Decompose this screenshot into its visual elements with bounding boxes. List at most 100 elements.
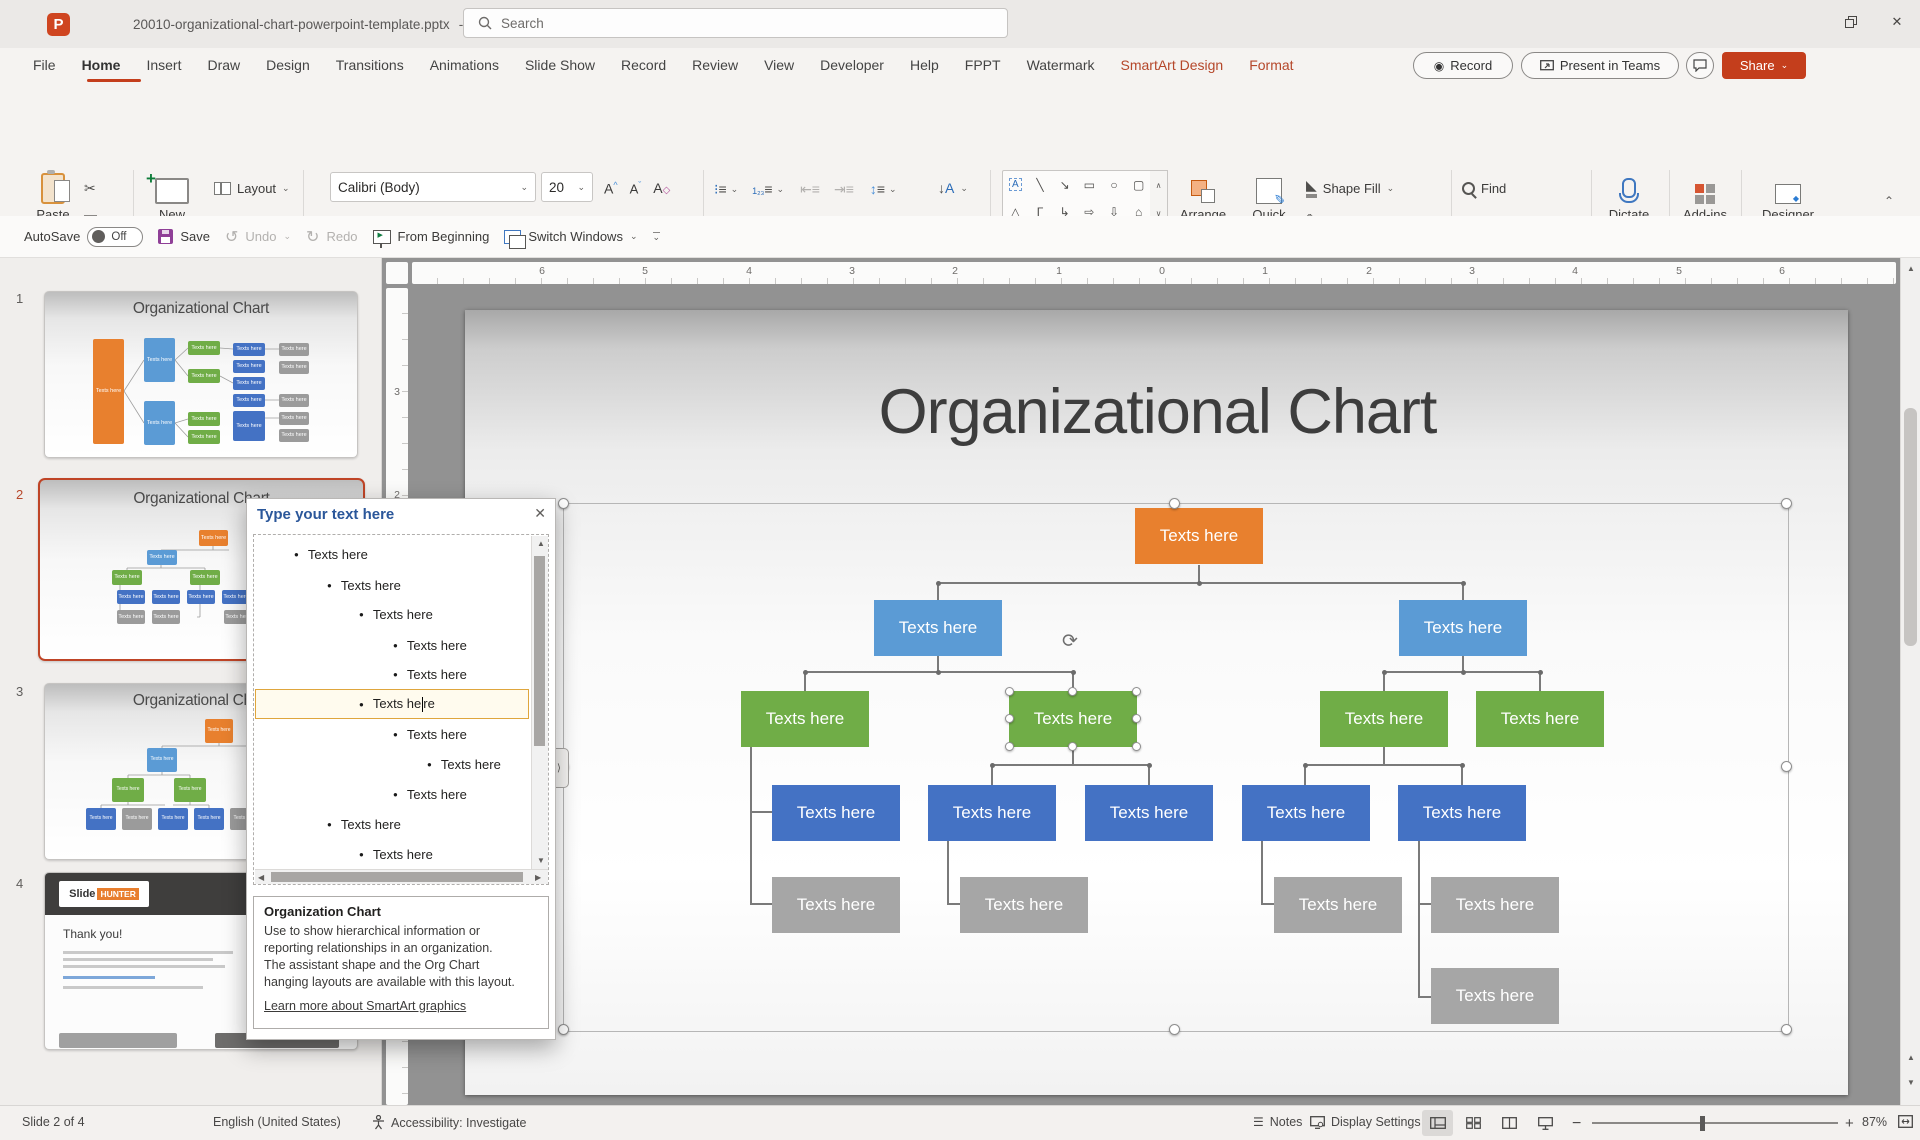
arrow-shape[interactable]: ↘ (1060, 178, 1070, 192)
notes-button[interactable]: ☰Notes (1253, 1115, 1302, 1129)
fit-to-window-button[interactable] (1898, 1115, 1913, 1128)
resize-handle-ne[interactable] (1781, 498, 1792, 509)
clear-formatting-button[interactable]: A◇ (653, 180, 670, 196)
slide-indicator[interactable]: Slide 2 of 4 (22, 1115, 85, 1129)
tab-view[interactable]: View (751, 49, 807, 82)
normal-view-button[interactable] (1422, 1110, 1453, 1136)
numbering-button[interactable]: 1₂₃≡ (752, 181, 772, 197)
org-node-l5[interactable]: Texts here (960, 877, 1088, 933)
zoom-slider-track[interactable] (1592, 1122, 1838, 1124)
org-node-l4[interactable]: Texts here (772, 785, 900, 841)
zoom-percentage[interactable]: 87% (1862, 1115, 1887, 1129)
org-node-l2[interactable]: Texts here (874, 600, 1002, 656)
decrease-indent-button[interactable]: ⇤≡ (800, 181, 820, 198)
scrollbar-thumb[interactable] (1904, 408, 1917, 646)
shape-handle[interactable] (1005, 742, 1014, 751)
present-in-teams-button[interactable]: Present in Teams (1521, 52, 1679, 79)
shape-handle[interactable] (1068, 687, 1077, 696)
scrollbar-thumb[interactable] (534, 556, 545, 746)
slide-title-text[interactable]: Organizational Chart (660, 376, 1655, 462)
resize-handle-sw[interactable] (558, 1024, 569, 1035)
scroll-up-icon[interactable]: ▲ (1907, 264, 1915, 273)
text-pane-item[interactable]: ●Texts here (254, 809, 530, 839)
share-button[interactable]: Share ⌄ (1722, 52, 1806, 79)
text-pane-item[interactable]: ●Texts here (254, 630, 530, 660)
display-settings-button[interactable]: Display Settings (1310, 1115, 1421, 1129)
tab-home[interactable]: Home (69, 49, 134, 82)
tab-file[interactable]: File (20, 49, 69, 82)
tab-slide-show[interactable]: Slide Show (512, 49, 608, 82)
org-node-l4[interactable]: Texts here (1398, 785, 1526, 841)
layout-button[interactable]: Layout⌄ (214, 174, 290, 202)
slide-show-button[interactable] (1530, 1110, 1561, 1136)
org-node-l5[interactable]: Texts here (772, 877, 900, 933)
org-node-l4[interactable]: Texts here (1085, 785, 1213, 841)
search-input[interactable]: Search (463, 8, 1008, 38)
autosave-toggle[interactable]: Off (87, 227, 143, 247)
org-node-l5[interactable]: Texts here (1274, 877, 1402, 933)
increase-indent-button[interactable]: ⇥≡ (834, 181, 854, 198)
scroll-left-icon[interactable]: ◀ (258, 873, 264, 882)
redo-button[interactable]: ↻Redo (306, 227, 357, 247)
cut-button[interactable]: ✂ (84, 174, 96, 202)
text-direction-button[interactable]: ↓A⌄ (938, 174, 968, 202)
reading-view-button[interactable] (1494, 1110, 1525, 1136)
close-icon[interactable]: ✕ (534, 505, 546, 522)
undo-button[interactable]: ↺Undo⌄ (225, 227, 291, 247)
previous-slide-button[interactable]: ▲ (1907, 1053, 1915, 1062)
tab-review[interactable]: Review (679, 49, 751, 82)
resize-handle-n[interactable] (1169, 498, 1180, 509)
text-pane-item[interactable]: ●Texts here (254, 659, 530, 689)
collapse-ribbon-button[interactable]: ⌃ (1884, 194, 1894, 208)
text-pane-item-selected[interactable]: ●Texts here (254, 689, 530, 719)
resize-handle-nw[interactable] (558, 498, 569, 509)
qat-overflow-button[interactable]: ⌄ (653, 232, 661, 242)
language-indicator[interactable]: English (United States) (213, 1115, 341, 1129)
org-node-l6[interactable]: Texts here (1431, 968, 1559, 1024)
text-box-shape[interactable]: A (1009, 178, 1022, 191)
text-pane-item[interactable]: ●Texts here (254, 719, 530, 749)
shape-handle[interactable] (1005, 714, 1014, 723)
font-size-combo[interactable]: 20⌄ (541, 172, 593, 202)
resize-handle-se[interactable] (1781, 1024, 1792, 1035)
shape-fill-button[interactable]: ◣Shape Fill⌄ (1306, 174, 1394, 202)
resize-handle-s[interactable] (1169, 1024, 1180, 1035)
find-button[interactable]: Find (1462, 174, 1506, 202)
rounded-rectangle-shape[interactable]: ▢ (1133, 178, 1144, 192)
shrink-font-button[interactable]: Aˇ (630, 180, 642, 196)
autosave-control[interactable]: AutoSave Off (24, 227, 143, 247)
slide-thumbnail-1[interactable]: Organizational Chart Texts here Texts he… (44, 291, 358, 458)
zoom-slider-thumb[interactable] (1700, 1116, 1705, 1131)
scrollbar-thumb[interactable] (271, 872, 523, 882)
learn-more-link[interactable]: Learn more about SmartArt graphics (264, 999, 466, 1013)
record-button[interactable]: ◉ Record (1413, 52, 1513, 79)
text-pane-item[interactable]: ●Texts here (254, 599, 530, 629)
switch-windows-button[interactable]: Switch Windows⌄ (504, 229, 637, 244)
rotate-handle-icon[interactable]: ⟳ (1062, 630, 1078, 653)
scroll-up-icon[interactable]: ∧ (1156, 181, 1162, 190)
zoom-out-button[interactable]: − (1572, 1115, 1581, 1133)
font-name-combo[interactable]: Calibri (Body)⌄ (330, 172, 536, 202)
powerpoint-app-icon[interactable]: P (47, 13, 70, 36)
bullets-button[interactable]: ⁝≡ (714, 181, 727, 198)
org-node-top[interactable]: Texts here (1135, 508, 1263, 564)
tab-developer[interactable]: Developer (807, 49, 897, 82)
tab-help[interactable]: Help (897, 49, 952, 82)
scroll-up-icon[interactable]: ▲ (537, 539, 545, 548)
shape-handle[interactable] (1132, 687, 1141, 696)
text-pane-item[interactable]: ●Texts here (254, 779, 530, 809)
org-node-l3[interactable]: Texts here (1320, 691, 1448, 747)
org-node-l4[interactable]: Texts here (1242, 785, 1370, 841)
org-node-l3[interactable]: Texts here (1476, 691, 1604, 747)
scroll-right-icon[interactable]: ▶ (535, 873, 541, 882)
text-pane-item[interactable]: ●Texts here (254, 539, 530, 569)
rectangle-shape[interactable]: ▭ (1084, 178, 1095, 192)
org-node-l4[interactable]: Texts here (928, 785, 1056, 841)
scroll-down-icon[interactable]: ▼ (537, 856, 545, 865)
accessibility-status[interactable]: Accessibility: Investigate (372, 1115, 526, 1130)
save-button[interactable]: Save (158, 229, 210, 244)
oval-shape[interactable]: ○ (1110, 178, 1117, 192)
tab-format[interactable]: Format (1236, 49, 1306, 82)
grow-font-button[interactable]: A^ (604, 180, 618, 197)
text-pane-item[interactable]: ●Texts here (254, 570, 530, 600)
